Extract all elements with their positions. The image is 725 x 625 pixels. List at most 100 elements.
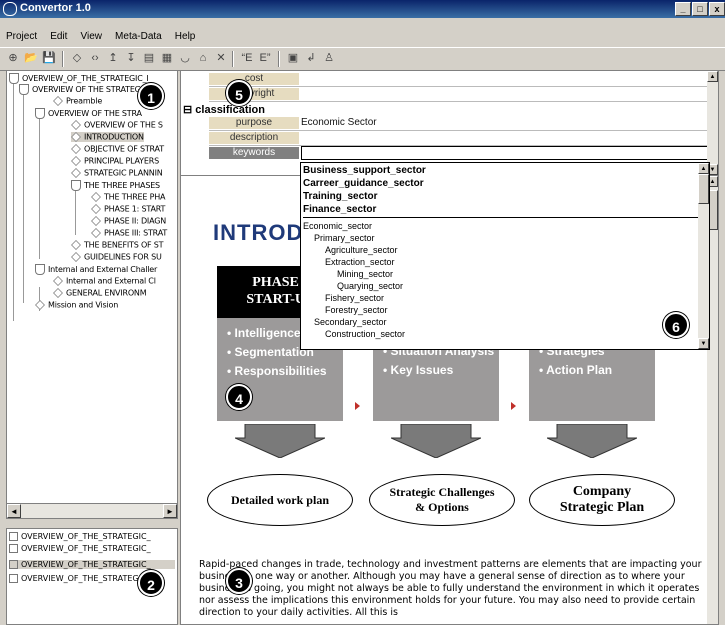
tree-node[interactable]: STRATEGIC PLANNIN bbox=[71, 168, 163, 178]
tree-node[interactable]: Mission and Vision bbox=[35, 300, 118, 310]
keywords-dropdown[interactable]: Business_support_sector Carreer_guidance… bbox=[300, 162, 710, 350]
outcome-oval: Detailed work plan bbox=[207, 474, 353, 526]
tree-node[interactable]: PRINCIPAL PLAYERS bbox=[71, 156, 159, 166]
dropdown-item[interactable]: Extraction_sector bbox=[325, 257, 395, 267]
scroll-left-arrow-icon[interactable]: ◄ bbox=[7, 504, 21, 518]
arrow-icon[interactable]: ↲ bbox=[304, 51, 318, 65]
scroll-thumb[interactable] bbox=[698, 174, 709, 204]
dropdown-item[interactable]: Quarying_sector bbox=[337, 281, 403, 291]
tree-node[interactable]: PHASE III: STRAT bbox=[91, 228, 167, 238]
tree-node[interactable]: THE THREE PHA bbox=[91, 192, 166, 202]
menu-edit[interactable]: Edit bbox=[50, 31, 67, 42]
page-icon bbox=[91, 192, 101, 202]
dropdown-recent-item[interactable]: Carreer_guidance_sector bbox=[303, 178, 424, 189]
save-icon[interactable]: 💾 bbox=[42, 51, 56, 65]
dropdown-recent-item[interactable]: Training_sector bbox=[303, 191, 377, 202]
tree-node[interactable]: GENERAL ENVIRONM bbox=[53, 288, 147, 298]
tree-node[interactable]: Internal and External Challer bbox=[35, 264, 157, 275]
tree-node[interactable]: OVERVIEW OF THE STRA bbox=[35, 108, 142, 119]
document-icon bbox=[9, 532, 18, 541]
callout-marker: 5 bbox=[226, 80, 252, 106]
folder-icon bbox=[35, 264, 45, 275]
property-label-copyright: copyright bbox=[209, 88, 299, 100]
dropdown-item[interactable]: Mining_sector bbox=[337, 269, 393, 279]
scroll-up-arrow-icon[interactable]: ▲ bbox=[707, 71, 718, 82]
tree-node[interactable]: PHASE II: DIAGN bbox=[91, 216, 166, 226]
property-label-cost: cost bbox=[209, 73, 299, 85]
page-icon bbox=[91, 204, 101, 214]
tree-horizontal-scrollbar[interactable]: ◄ ► bbox=[6, 503, 178, 519]
menu-help[interactable]: Help bbox=[175, 31, 196, 42]
tree-node[interactable]: OBJECTIVE OF STRAT bbox=[71, 144, 164, 154]
move-up-icon[interactable]: ↥ bbox=[106, 51, 120, 65]
tree-node[interactable]: Internal and External Cl bbox=[53, 276, 156, 286]
down-arrow-icon bbox=[235, 424, 325, 458]
outcome-oval: Company Strategic Plan bbox=[529, 474, 675, 526]
list-item[interactable]: OVERVIEW_OF_THE_STRATEGIC_ bbox=[9, 560, 175, 569]
callout-marker: 2 bbox=[138, 570, 164, 596]
scroll-down-arrow-icon[interactable]: ▼ bbox=[698, 338, 709, 349]
user-icon[interactable]: ♙ bbox=[322, 51, 336, 65]
menu-project[interactable]: Project bbox=[6, 31, 37, 42]
document-tree[interactable]: OVERVIEW_OF_THE_STRATEGIC_I OVERVIEW OF … bbox=[6, 70, 178, 504]
code-icon[interactable]: ‹› bbox=[88, 51, 102, 65]
tree-node[interactable]: THE BENEFITS OF ST bbox=[71, 240, 164, 250]
scroll-right-arrow-icon[interactable]: ► bbox=[163, 504, 177, 518]
quote-open-icon[interactable]: “E bbox=[240, 51, 254, 65]
toolbar-separator bbox=[62, 51, 64, 67]
scroll-up-arrow-icon[interactable]: ▲ bbox=[698, 163, 709, 174]
tree-node[interactable]: OVERVIEW OF THE S bbox=[71, 120, 163, 130]
page-icon bbox=[71, 156, 81, 166]
section-classification[interactable]: ⊟ classification bbox=[183, 103, 265, 116]
dropdown-item[interactable]: Economic_sector bbox=[303, 221, 372, 231]
quote-close-icon[interactable]: E” bbox=[258, 51, 272, 65]
dropdown-scrollbar[interactable]: ▲ ▼ bbox=[698, 163, 709, 349]
dropdown-recent-item[interactable]: Finance_sector bbox=[303, 204, 376, 215]
dropdown-item[interactable]: Agriculture_sector bbox=[325, 245, 398, 255]
tree-node[interactable]: THE THREE PHASES bbox=[71, 180, 160, 191]
dropdown-item[interactable]: Forestry_sector bbox=[325, 305, 388, 315]
new-icon[interactable]: ⊕ bbox=[6, 51, 20, 65]
minimize-button[interactable]: _ bbox=[675, 2, 691, 16]
properties-scrollbar[interactable]: ▲ ▼ bbox=[707, 71, 718, 175]
list-item[interactable]: OVERVIEW_OF_THE_STRATEGIC_ bbox=[9, 532, 151, 541]
list-item[interactable]: OVERVIEW_OF_THE_STRATEGIC_ bbox=[9, 544, 151, 553]
open-icon[interactable]: 📂 bbox=[24, 51, 38, 65]
keywords-input[interactable] bbox=[301, 146, 715, 160]
page-icon bbox=[91, 216, 101, 226]
dropdown-recent-item[interactable]: Business_support_sector bbox=[303, 165, 426, 176]
menu-meta-data[interactable]: Meta-Data bbox=[115, 31, 162, 42]
menu-view[interactable]: View bbox=[80, 31, 102, 42]
property-label-purpose: purpose bbox=[209, 117, 299, 129]
down-arrow-icon bbox=[547, 424, 637, 458]
close-button[interactable]: x bbox=[709, 2, 725, 16]
tree-node-selected[interactable]: INTRODUCTION bbox=[71, 132, 144, 142]
tree-node[interactable]: GUIDELINES FOR SU bbox=[71, 252, 162, 262]
document-icon bbox=[9, 544, 18, 553]
dropdown-item[interactable]: Construction_sector bbox=[325, 329, 405, 339]
tree-node[interactable]: Preamble bbox=[53, 96, 102, 106]
dropdown-item[interactable]: Primary_sector bbox=[314, 233, 375, 243]
page-icon bbox=[71, 252, 81, 262]
property-value-purpose[interactable]: Economic Sector bbox=[301, 117, 377, 129]
page-icon bbox=[71, 168, 81, 178]
maximize-button[interactable]: □ bbox=[692, 2, 708, 16]
tree-node[interactable]: PHASE 1: START bbox=[91, 204, 165, 214]
tree-node[interactable]: OVERVIEW_OF_THE_STRATEGIC_I bbox=[9, 73, 149, 84]
home-icon[interactable]: ⌂ bbox=[196, 51, 210, 65]
table-icon[interactable]: ▤ bbox=[142, 51, 156, 65]
diamond-icon[interactable]: ◇ bbox=[70, 51, 84, 65]
dropdown-item[interactable]: Secondary_sector bbox=[314, 317, 387, 327]
table2-icon[interactable]: ▦ bbox=[160, 51, 174, 65]
page-icon bbox=[53, 96, 63, 106]
callout-marker: 4 bbox=[226, 384, 252, 410]
shield-icon[interactable]: ◡ bbox=[178, 51, 192, 65]
frame-icon[interactable]: ▣ bbox=[286, 51, 300, 65]
document-icon bbox=[9, 560, 18, 569]
move-down-icon[interactable]: ↧ bbox=[124, 51, 138, 65]
document-icon bbox=[9, 574, 18, 583]
delete-icon[interactable]: ✕ bbox=[214, 51, 228, 65]
list-item[interactable]: OVERVIEW_OF_THE_STRATEGIC_ bbox=[9, 574, 151, 583]
collapse-icon[interactable]: ⊟ bbox=[183, 104, 192, 116]
dropdown-item[interactable]: Fishery_sector bbox=[325, 293, 384, 303]
